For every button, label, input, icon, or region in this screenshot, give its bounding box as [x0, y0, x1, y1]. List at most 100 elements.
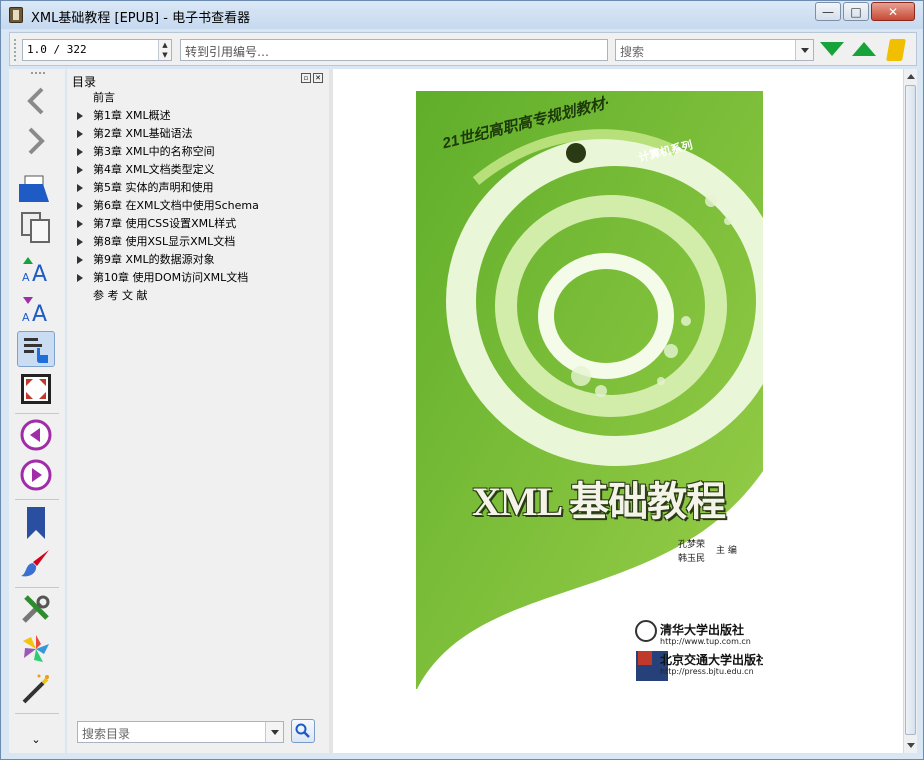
sidebar-separator: [15, 713, 59, 714]
expand-arrow-icon[interactable]: [77, 202, 83, 210]
close-button[interactable]: ✕: [871, 2, 915, 21]
app-window: XML基础教程 [EPUB] - 电子书查看器 — □ ✕ 1.0 / 322 …: [0, 0, 924, 760]
toc-item[interactable]: 前言: [73, 89, 323, 107]
sidebar-separator: [15, 499, 59, 500]
svg-text:A: A: [32, 262, 47, 284]
expand-arrow-icon[interactable]: [77, 130, 83, 138]
chevron-down-icon: [800, 47, 809, 53]
toc-item-label: 第7章 使用CSS设置XML样式: [93, 217, 237, 230]
toc-item-label: 第4章 XML文档类型定义: [93, 163, 215, 176]
expand-arrow-icon[interactable]: [77, 112, 83, 120]
minimize-button[interactable]: —: [815, 2, 841, 21]
page-number-input[interactable]: 1.0 / 322: [22, 39, 172, 61]
toc-search-button[interactable]: [291, 719, 315, 743]
chevron-down-icon: [270, 729, 279, 735]
toc-item[interactable]: 参 考 文 献: [73, 287, 323, 305]
toc-panel-buttons: ▫ ✕: [301, 73, 323, 83]
search-icon: [295, 723, 310, 738]
toc-item[interactable]: 第1章 XML概述: [73, 107, 323, 125]
toc-list: 前言第1章 XML概述第2章 XML基础语法第3章 XML中的名称空间 第4章 X…: [73, 89, 323, 305]
sidebar-separator: [15, 587, 59, 588]
search-dropdown-button[interactable]: [795, 40, 813, 60]
toc-item-label: 第8章 使用XSL显示XML文档: [93, 235, 236, 248]
sidebar-grip[interactable]: [31, 72, 45, 76]
toc-item-label: 第10章 使用DOM访问XML文档: [93, 271, 249, 284]
cover-title: XML 基础教程: [472, 479, 726, 524]
scroll-down-icon[interactable]: [907, 743, 915, 748]
cover-role: 主 编: [716, 546, 737, 556]
find-previous-icon[interactable]: [852, 42, 876, 56]
font-larger-icon[interactable]: AA: [17, 251, 55, 287]
expand-arrow-icon[interactable]: [77, 256, 83, 264]
forward-icon[interactable]: [17, 123, 55, 159]
metadata-icon[interactable]: [17, 631, 55, 667]
fullscreen-icon[interactable]: [17, 371, 55, 407]
bookmark-icon[interactable]: [17, 505, 55, 541]
back-icon[interactable]: [17, 83, 55, 119]
scroll-up-icon[interactable]: [907, 74, 915, 79]
book-cover: 21世纪高职高专规划教材· 计算机系列 XML 基础教程 孔梦荣 韩玉民 主 编…: [416, 91, 763, 689]
find-next-icon[interactable]: [820, 42, 844, 56]
open-book-icon[interactable]: [17, 171, 55, 207]
font-smaller-icon[interactable]: AA: [17, 291, 55, 327]
expand-arrow-icon[interactable]: [77, 220, 83, 228]
toc-item-label: 参 考 文 献: [93, 289, 148, 302]
sidebar-separator: [15, 413, 59, 414]
search-placeholder: 搜索: [620, 45, 645, 59]
cover-author-1: 孔梦荣: [678, 540, 706, 550]
window-title: XML基础教程 [EPUB] - 电子书查看器: [31, 11, 251, 26]
expand-arrow-icon[interactable]: [77, 148, 83, 156]
preferences-icon[interactable]: [17, 591, 55, 627]
close-panel-icon[interactable]: ✕: [313, 73, 323, 83]
svg-text:A: A: [22, 271, 30, 284]
toc-item-label: 第2章 XML基础语法: [93, 127, 193, 140]
toc-item[interactable]: 第6章 在XML文档中使用Schema: [73, 197, 323, 215]
highlight-icon[interactable]: [886, 39, 906, 61]
search-input[interactable]: 搜索: [615, 39, 814, 61]
toc-item[interactable]: 第8章 使用XSL显示XML文档: [73, 233, 323, 251]
toc-item[interactable]: 第2章 XML基础语法: [73, 125, 323, 143]
previous-page-icon[interactable]: [17, 417, 55, 453]
toc-search-input[interactable]: 搜索目录: [77, 721, 284, 743]
toc-search-placeholder: 搜索目录: [82, 727, 131, 741]
toc-item[interactable]: 第10章 使用DOM访问XML文档: [73, 269, 323, 287]
toc-panel: 目录 ▫ ✕ 前言第1章 XML概述第2章 XML基础语法第3章 XML中的名称…: [67, 69, 329, 753]
toc-item[interactable]: 第7章 使用CSS设置XML样式: [73, 215, 323, 233]
toc-item[interactable]: 第3章 XML中的名称空间: [73, 143, 323, 161]
toc-item[interactable]: 第4章 XML文档类型定义: [73, 161, 323, 179]
more-chevron-icon[interactable]: ⌄: [17, 729, 55, 749]
toc-toggle-icon[interactable]: [17, 331, 55, 367]
maximize-button[interactable]: □: [843, 2, 869, 21]
next-page-icon[interactable]: [17, 457, 55, 493]
toc-item-label: 第3章 XML中的名称空间: [93, 145, 215, 158]
expand-arrow-icon[interactable]: [77, 166, 83, 174]
toc-item-label: 前言: [93, 91, 115, 104]
toc-search-dropdown[interactable]: [265, 722, 283, 742]
action-sidebar: AA AA ⌄: [9, 69, 65, 753]
expand-arrow-icon[interactable]: [77, 184, 83, 192]
toc-item[interactable]: 第9章 XML的数据源对象: [73, 251, 323, 269]
book-viewer[interactable]: 21世纪高职高专规划教材· 计算机系列 XML 基础教程 孔梦荣 韩玉民 主 编…: [333, 69, 903, 753]
toc-heading: 目录: [72, 75, 97, 89]
scroll-thumb[interactable]: [905, 85, 916, 735]
svg-text:A: A: [22, 311, 30, 324]
toc-item-label: 第9章 XML的数据源对象: [93, 253, 215, 266]
cover-url-1: http://www.tup.com.cn: [660, 637, 751, 646]
magic-wand-icon[interactable]: [17, 671, 55, 707]
app-book-icon: [9, 7, 23, 23]
copy-icon[interactable]: [17, 209, 55, 245]
vertical-scrollbar[interactable]: [903, 69, 917, 753]
reference-input[interactable]: 转到引用编号…: [180, 39, 608, 61]
float-panel-icon[interactable]: ▫: [301, 73, 311, 83]
style-brush-icon[interactable]: [17, 545, 55, 581]
cover-publisher-1: 清华大学出版社: [660, 623, 745, 637]
page-spinner[interactable]: ▲ ▼: [158, 40, 171, 60]
expand-arrow-icon[interactable]: [77, 274, 83, 282]
toc-item[interactable]: 第5章 实体的声明和使用: [73, 179, 323, 197]
toc-item-label: 第6章 在XML文档中使用Schema: [93, 199, 259, 212]
toolbar-grip[interactable]: [14, 39, 18, 61]
title-bar: XML基础教程 [EPUB] - 电子书查看器 — □ ✕: [1, 1, 923, 29]
cover-artwork: [416, 91, 763, 689]
cover-url-2: http://press.bjtu.edu.cn: [660, 667, 754, 676]
expand-arrow-icon[interactable]: [77, 238, 83, 246]
